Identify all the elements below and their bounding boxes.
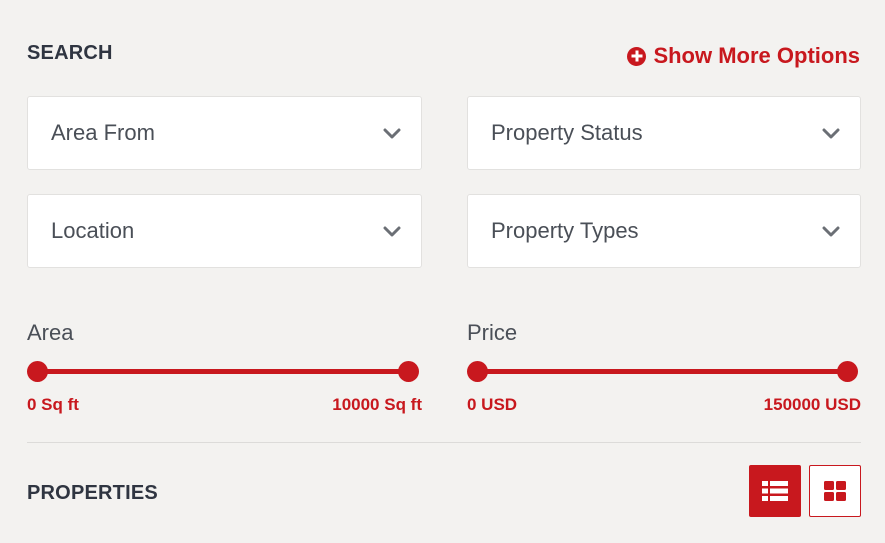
- show-more-options-link[interactable]: Show More Options: [627, 43, 860, 69]
- show-more-options-label: Show More Options: [653, 43, 860, 68]
- chevron-down-icon: [383, 128, 401, 139]
- grid-icon: [824, 481, 846, 501]
- area-range-track[interactable]: [37, 369, 409, 374]
- list-view-button[interactable]: [749, 465, 801, 517]
- price-range-track[interactable]: [477, 369, 848, 374]
- chevron-down-icon: [822, 226, 840, 237]
- area-from-select[interactable]: Area From: [27, 96, 422, 170]
- price-min-handle[interactable]: [467, 361, 488, 382]
- property-status-select-label: Property Status: [491, 120, 643, 145]
- plus-circle-icon: [627, 46, 647, 66]
- list-icon: [762, 481, 788, 501]
- chevron-down-icon: [822, 128, 840, 139]
- location-select[interactable]: Location: [27, 194, 422, 268]
- area-max-value: 10000 Sq ft: [332, 395, 422, 414]
- property-status-select[interactable]: Property Status: [467, 96, 861, 170]
- price-range-label: Price: [467, 320, 518, 345]
- properties-title: PROPERTIES: [27, 482, 158, 504]
- chevron-down-icon: [383, 226, 401, 237]
- property-types-select[interactable]: Property Types: [467, 194, 861, 268]
- location-select-label: Location: [51, 218, 135, 243]
- area-from-select-label: Area From: [51, 120, 155, 145]
- area-min-value: 0 Sq ft: [27, 395, 79, 414]
- price-min-value: 0 USD: [467, 395, 518, 414]
- price-max-value: 150000 USD: [763, 395, 861, 414]
- area-min-handle[interactable]: [27, 361, 48, 382]
- section-divider: [27, 442, 861, 443]
- property-types-select-label: Property Types: [491, 218, 639, 243]
- area-range-label: Area: [27, 320, 74, 345]
- grid-view-button[interactable]: [809, 465, 861, 517]
- price-max-handle[interactable]: [837, 361, 858, 382]
- area-max-handle[interactable]: [398, 361, 419, 382]
- search-title: SEARCH: [27, 42, 113, 64]
